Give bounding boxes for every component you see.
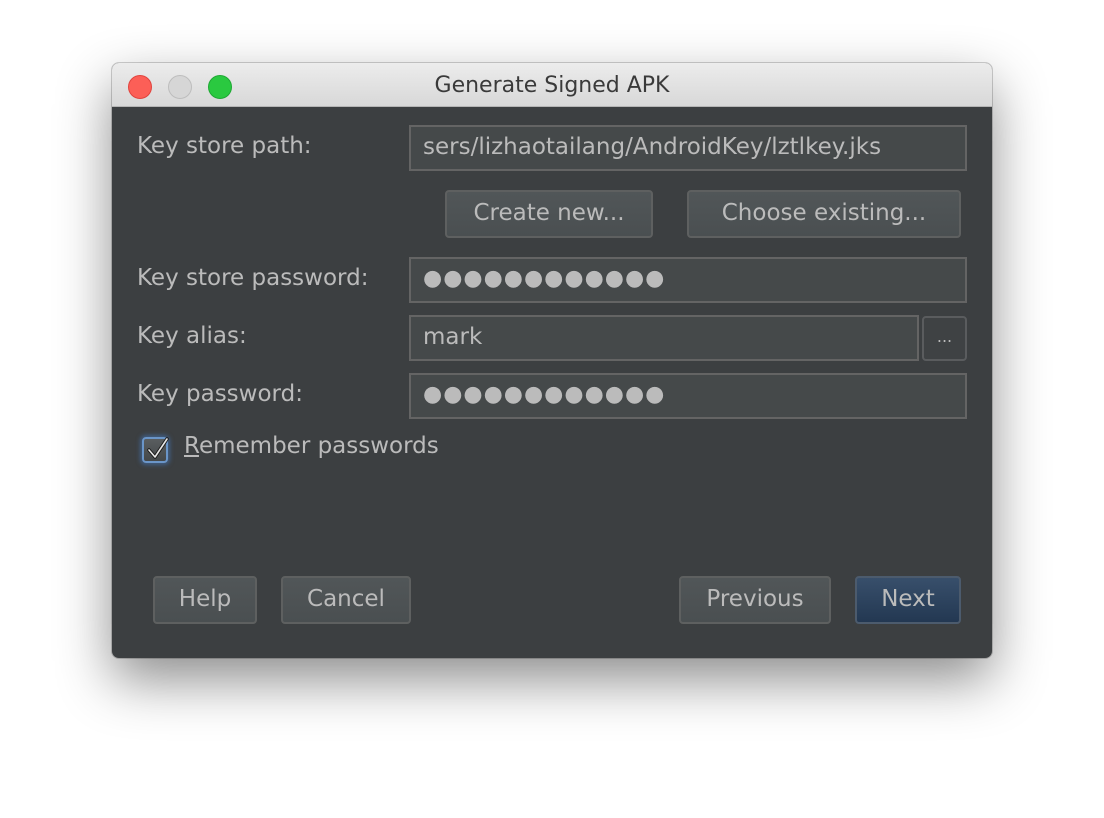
title-bar[interactable]: Generate Signed APK — [112, 63, 992, 107]
remember-passwords-checkbox[interactable] — [142, 437, 169, 463]
checkmark-icon — [147, 437, 169, 459]
create-new-keystore-button[interactable]: Create new... — [445, 190, 653, 238]
browse-key-alias-button[interactable]: ... — [922, 316, 967, 361]
cancel-button[interactable]: Cancel — [281, 576, 411, 624]
mnemonic-letter: R — [184, 433, 199, 459]
generate-signed-apk-dialog: Generate Signed APK Key store path: sers… — [112, 63, 992, 658]
key-alias-input[interactable]: mark — [409, 315, 919, 361]
remember-passwords-text: emember passwords — [198, 433, 439, 459]
next-button[interactable]: Next — [855, 576, 961, 624]
key-store-path-input[interactable]: sers/lizhaotailang/AndroidKey/lztlkey.jk… — [409, 125, 967, 171]
key-alias-label: Key alias: — [137, 323, 247, 349]
key-password-label: Key password: — [137, 381, 303, 407]
help-button[interactable]: Help — [153, 576, 257, 624]
key-password-input[interactable]: ●●●●●●●●●●●● — [409, 373, 967, 419]
key-store-password-input[interactable]: ●●●●●●●●●●●● — [409, 257, 967, 303]
remember-passwords-label[interactable]: Remember passwords — [184, 433, 439, 459]
choose-existing-keystore-button[interactable]: Choose existing... — [687, 190, 961, 238]
key-store-password-label: Key store password: — [137, 265, 369, 291]
key-store-path-label: Key store path: — [137, 133, 312, 159]
window-title: Generate Signed APK — [434, 73, 670, 98]
previous-button[interactable]: Previous — [679, 576, 831, 624]
